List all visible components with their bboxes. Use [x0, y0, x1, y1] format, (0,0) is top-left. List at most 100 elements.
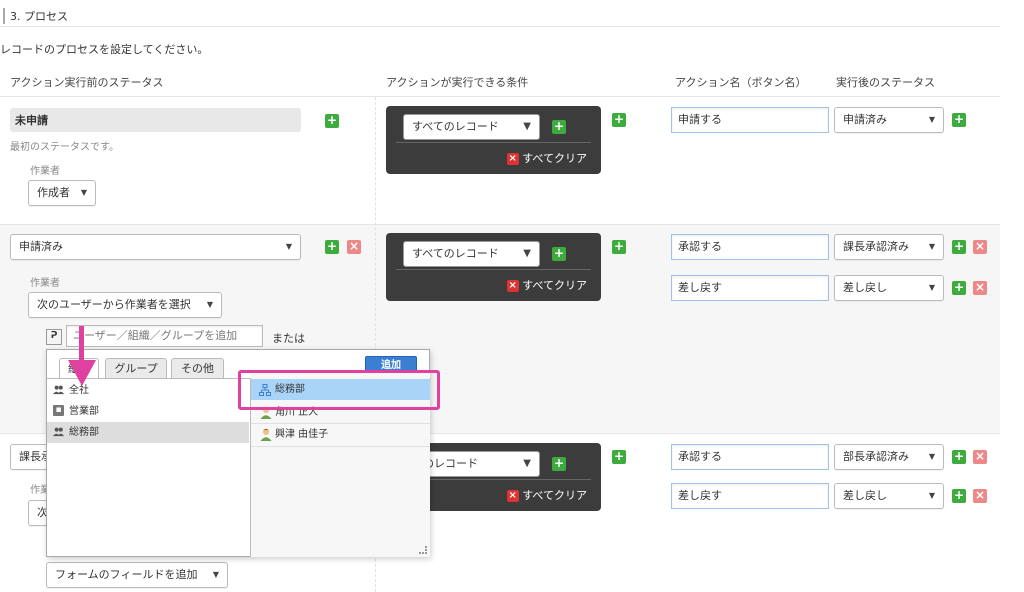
- remove-action-row-button[interactable]: ×: [973, 240, 987, 254]
- add-condition-button[interactable]: +: [552, 120, 566, 134]
- clear-all-label: すべてクリア: [522, 489, 587, 502]
- add-action-row-button[interactable]: +: [952, 450, 966, 464]
- dropdown-arrow-icon: ▼: [928, 242, 935, 251]
- org-tree-icon[interactable]: ᕈ: [46, 329, 62, 345]
- user-icon: [260, 428, 272, 441]
- add-action-row-button[interactable]: +: [952, 281, 966, 295]
- assignee-dropdown[interactable]: 次のユーザーから作業者を選択 ▼: [28, 292, 222, 318]
- remove-action-row-button[interactable]: ×: [973, 489, 987, 503]
- clear-all-label: すべてクリア: [522, 152, 587, 165]
- column-header-action-name: アクション名（ボタン名）: [675, 76, 807, 89]
- dropdown-arrow-icon: ▼: [80, 188, 87, 197]
- clear-all-label: すべてクリア: [522, 279, 587, 292]
- section-title: 3. プロセス: [10, 10, 68, 23]
- status-value: 申請済み: [19, 240, 63, 253]
- collapsed-node-icon: ▪: [53, 405, 64, 416]
- condition-panel: すべてのレコード ▼ + × すべてクリア: [386, 233, 601, 301]
- tree-item[interactable]: ▪ 営業部: [47, 401, 249, 422]
- condition-dropdown[interactable]: すべてのレコード ▼: [403, 114, 540, 140]
- arrow-down-icon: [68, 326, 96, 386]
- action-name-input[interactable]: 差し戻す: [671, 483, 829, 509]
- user-list-item[interactable]: 興津 由佳子: [251, 424, 430, 445]
- condition-panel: すべてのレコード ▼ + × すべてクリア: [386, 106, 601, 174]
- add-action-button[interactable]: +: [612, 113, 626, 127]
- action-name-input[interactable]: 申請する: [671, 107, 829, 133]
- tab-other[interactable]: その他: [171, 358, 224, 378]
- assignee-dropdown[interactable]: 作成者 ▼: [28, 180, 96, 206]
- after-status-value: 申請済み: [843, 113, 887, 126]
- people-icon: [53, 427, 64, 437]
- action-name-input[interactable]: 差し戻す: [671, 275, 829, 301]
- action-name-input[interactable]: 承認する: [671, 234, 829, 260]
- condition-value: すべてのレコード: [412, 120, 499, 133]
- dropdown-arrow-icon: ▼: [212, 570, 219, 579]
- dropdown-arrow-icon: ▼: [523, 121, 531, 132]
- status-dropdown[interactable]: 申請済み ▼: [10, 234, 301, 260]
- dropdown-arrow-icon: ▼: [928, 283, 935, 292]
- divider: [0, 96, 1000, 97]
- section-bar: [3, 8, 5, 24]
- divider: [396, 269, 591, 270]
- remove-action-row-button[interactable]: ×: [973, 281, 987, 295]
- dropdown-arrow-icon: ▼: [928, 452, 935, 461]
- divider: [396, 142, 591, 143]
- add-form-field-dropdown[interactable]: フォームのフィールドを追加 ▼: [46, 562, 228, 588]
- clear-all-button[interactable]: × すべてクリア: [506, 150, 587, 166]
- dropdown-arrow-icon: ▼: [285, 242, 292, 251]
- assignee-label: 作業者: [30, 278, 60, 289]
- action-name-input[interactable]: 承認する: [671, 444, 829, 470]
- user-list-label: 興津 由佳子: [275, 429, 329, 440]
- resize-handle[interactable]: [419, 546, 427, 554]
- add-action-button[interactable]: +: [612, 240, 626, 254]
- clear-all-button[interactable]: × すべてクリア: [506, 487, 587, 503]
- or-label: または: [272, 332, 305, 345]
- condition-value: すべてのレコード: [412, 247, 499, 260]
- column-header-before: アクション実行前のステータス: [10, 76, 164, 89]
- tab-group[interactable]: グループ: [105, 358, 167, 378]
- close-icon: ×: [506, 153, 519, 165]
- dropdown-arrow-icon: ▼: [523, 458, 531, 469]
- dropdown-arrow-icon: ▼: [928, 115, 935, 124]
- close-icon: ×: [506, 490, 519, 502]
- dropdown-arrow-icon: ▼: [523, 248, 531, 259]
- add-form-field-label: フォームのフィールドを追加: [55, 568, 198, 581]
- status-note: 最初のステータスです。: [10, 142, 119, 153]
- add-condition-button[interactable]: +: [552, 247, 566, 261]
- dropdown-arrow-icon: ▼: [928, 491, 935, 500]
- tree-item-label: 総務部: [69, 427, 99, 438]
- after-status-dropdown[interactable]: 部長承認済み ▼: [834, 444, 944, 470]
- after-status-value: 差し戻し: [843, 489, 887, 502]
- divider: [0, 26, 1000, 27]
- after-status-value: 差し戻し: [843, 281, 887, 294]
- section-description: レコードのプロセスを設定してください。: [0, 43, 209, 56]
- add-action-row-button[interactable]: +: [952, 489, 966, 503]
- assignee-value: 作成者: [37, 186, 70, 199]
- org-tree-panel: 全社 ▪ 営業部 総務部: [47, 379, 251, 557]
- remove-action-row-button[interactable]: ×: [973, 450, 987, 464]
- remove-status-button[interactable]: ×: [347, 240, 361, 254]
- add-condition-button[interactable]: +: [552, 457, 566, 471]
- column-header-after: 実行後のステータス: [836, 76, 935, 89]
- divider: [251, 446, 430, 447]
- add-action-row-button[interactable]: +: [952, 113, 966, 127]
- add-action-row-button[interactable]: +: [952, 240, 966, 254]
- add-action-button[interactable]: +: [612, 450, 626, 464]
- divider: [0, 224, 1000, 225]
- highlight-box: [238, 370, 440, 410]
- add-status-button[interactable]: +: [325, 240, 339, 254]
- after-status-dropdown[interactable]: 申請済み ▼: [834, 107, 944, 133]
- after-status-value: 部長承認済み: [843, 450, 909, 463]
- after-status-value: 課長承認済み: [843, 240, 909, 253]
- status-label: 未申請: [10, 108, 301, 132]
- condition-dropdown[interactable]: すべてのレコード ▼: [403, 241, 540, 267]
- close-icon: ×: [506, 280, 519, 292]
- column-header-condition: アクションが実行できる条件: [386, 76, 529, 89]
- clear-all-button[interactable]: × すべてクリア: [506, 277, 587, 293]
- after-status-dropdown[interactable]: 差し戻し ▼: [834, 275, 944, 301]
- tree-item[interactable]: 総務部: [47, 422, 249, 443]
- after-status-dropdown[interactable]: 差し戻し ▼: [834, 483, 944, 509]
- tree-item-label: 営業部: [69, 406, 99, 417]
- add-status-button[interactable]: +: [325, 114, 339, 128]
- after-status-dropdown[interactable]: 課長承認済み ▼: [834, 234, 944, 260]
- assignee-value: 次のユーザーから作業者を選択: [37, 298, 191, 311]
